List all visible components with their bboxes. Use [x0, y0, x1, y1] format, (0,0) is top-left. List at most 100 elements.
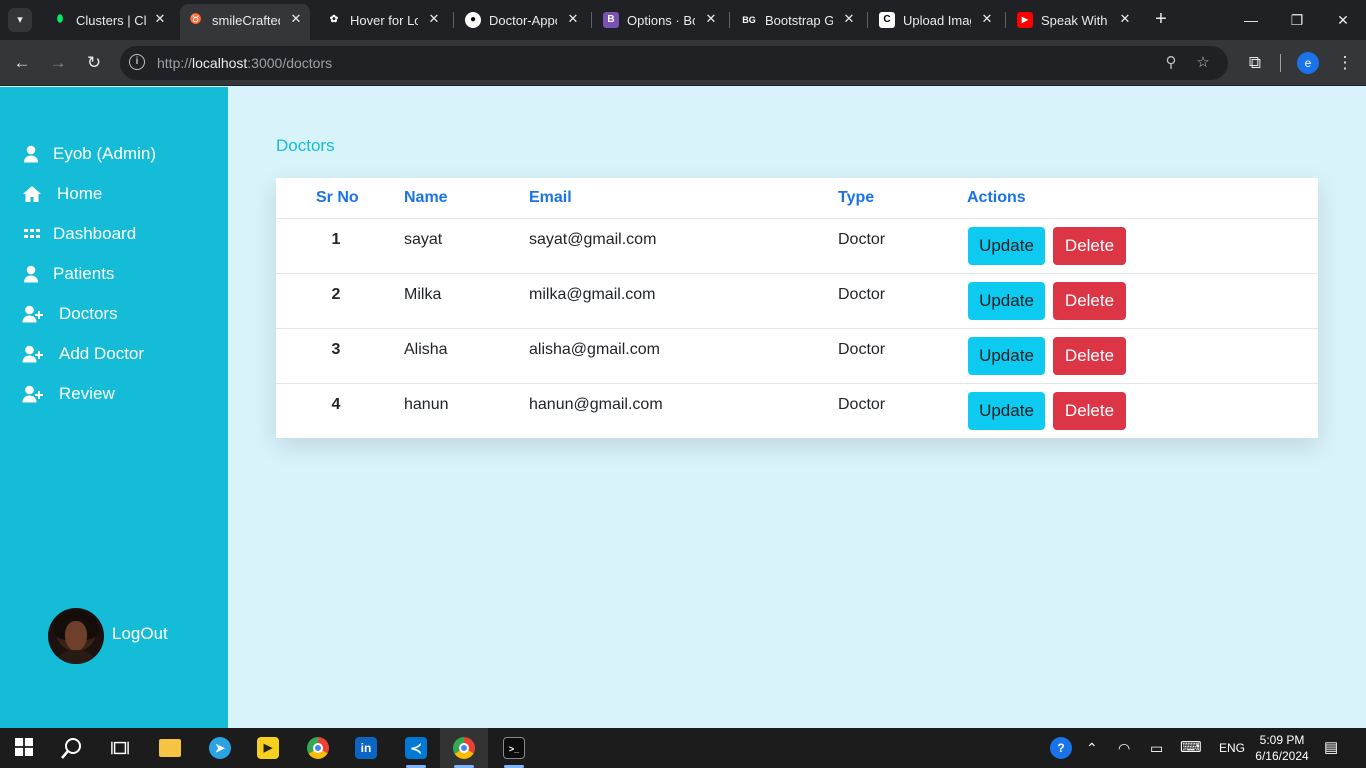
browser-tab[interactable]: BG Bootstrap Ga ✕ — [733, 6, 863, 34]
table-row: 4 hanun hanun@gmail.com Doctor Update De… — [276, 384, 1318, 439]
taskbar-terminal[interactable]: >_ — [490, 728, 538, 768]
delete-button[interactable]: Delete — [1053, 337, 1126, 375]
close-icon[interactable]: ✕ — [979, 11, 995, 27]
kebab-menu-icon[interactable]: ⋮ — [1333, 51, 1357, 75]
battery-icon[interactable]: ▭ — [1150, 728, 1163, 768]
user-icon — [24, 145, 38, 163]
c-logo-icon: C — [879, 12, 895, 28]
delete-button[interactable]: Delete — [1053, 227, 1126, 265]
url-text[interactable]: http://localhost:3000/doctors — [157, 55, 332, 71]
close-window-icon[interactable]: ✕ — [1320, 6, 1366, 34]
sidebar-item-doctors[interactable]: Doctors — [22, 301, 118, 327]
extensions-icon[interactable]: ⧉ — [1243, 51, 1267, 75]
close-icon[interactable]: ✕ — [152, 11, 168, 27]
update-button[interactable]: Update — [968, 227, 1045, 265]
taskbar-linkedin[interactable]: in — [342, 728, 390, 768]
close-icon[interactable]: ✕ — [426, 11, 442, 27]
taskbar: ➤ ▶ in ≺ >_ ? ⌃ ◠ ▭ ⌨ ENG 5:09 PM 6/16/2… — [0, 728, 1366, 768]
restore-icon[interactable]: ❐ — [1274, 6, 1320, 34]
taskbar-file-explorer[interactable] — [146, 728, 194, 768]
taskbar-telegram[interactable]: ➤ — [196, 728, 244, 768]
delete-button[interactable]: Delete — [1053, 282, 1126, 320]
chevron-up-icon[interactable]: ⌃ — [1086, 728, 1098, 768]
notifications-icon[interactable]: ▤ — [1324, 728, 1338, 768]
vscode-icon: ≺ — [405, 737, 427, 759]
toolbar-separator — [1280, 54, 1281, 72]
tab-separator — [453, 12, 454, 28]
sidebar-item-review[interactable]: Review — [22, 381, 115, 407]
close-icon[interactable]: ✕ — [703, 11, 719, 27]
cell-name: Alisha — [404, 341, 448, 358]
minimize-icon[interactable]: — — [1228, 6, 1274, 34]
sidebar-item-home[interactable]: Home — [22, 181, 102, 207]
cell-name: hanun — [404, 396, 449, 413]
sidebar: Eyob (Admin) Home Dashboard Patients Doc… — [0, 87, 228, 728]
browser-tab[interactable]: C Upload Imag ✕ — [871, 6, 1001, 34]
table-header: Sr No Name Email Type Actions — [276, 178, 1318, 219]
media-player-icon: ▶ — [257, 737, 279, 759]
table-row: 1 sayat sayat@gmail.com Doctor Update De… — [276, 219, 1318, 274]
browser-tab[interactable]: ✿ Hover for Lo ✕ — [318, 6, 448, 34]
tab-title: Clusters | Clo — [76, 13, 146, 28]
address-bar[interactable]: i http://localhost:3000/doctors ⚲ ☆ — [120, 46, 1228, 80]
tab-search-button[interactable]: ▾ — [8, 8, 32, 32]
sidebar-item-add-doctor[interactable]: Add Doctor — [22, 341, 144, 367]
search-icon — [61, 738, 81, 759]
close-icon[interactable]: ✕ — [841, 11, 857, 27]
update-button[interactable]: Update — [968, 282, 1045, 320]
sidebar-item-dashboard[interactable]: Dashboard — [22, 221, 136, 247]
search-button[interactable] — [48, 728, 96, 768]
browser-tab[interactable]: ⬮ Clusters | Clo ✕ — [44, 6, 174, 34]
delete-button[interactable]: Delete — [1053, 392, 1126, 430]
task-view-button[interactable] — [96, 728, 144, 768]
browser-tab[interactable]: B Options · Bo ✕ — [595, 6, 725, 34]
new-tab-button[interactable]: + — [1152, 9, 1170, 29]
logout-button[interactable]: LogOut — [112, 624, 168, 644]
site-info-icon[interactable]: i — [129, 54, 145, 70]
bg-logo-icon: BG — [742, 15, 756, 25]
update-button[interactable]: Update — [968, 392, 1045, 430]
taskbar-vscode[interactable]: ≺ — [392, 728, 440, 768]
language-indicator[interactable]: ENG — [1219, 728, 1245, 768]
sidebar-item-admin-profile[interactable]: Eyob (Admin) — [22, 141, 156, 167]
browser-toolbar: ← → ↻ i http://localhost:3000/doctors ⚲ … — [0, 40, 1366, 86]
reload-icon[interactable]: ↻ — [82, 51, 106, 75]
tooth-icon: ♉ — [189, 14, 203, 25]
browser-tab[interactable]: ● Doctor-Appo ✕ — [457, 6, 587, 34]
close-icon[interactable]: ✕ — [565, 11, 581, 27]
wifi-icon[interactable]: ◠ — [1118, 728, 1130, 768]
cell-sr-no: 4 — [331, 396, 341, 413]
browser-tab[interactable]: ▶ Speak With I ✕ — [1009, 6, 1139, 34]
browser-tab-active[interactable]: ♉ smileCrafted ✕ — [180, 4, 310, 40]
close-icon[interactable]: ✕ — [1117, 11, 1133, 27]
user-plus-icon — [22, 345, 43, 363]
tab-title: Bootstrap Ga — [765, 13, 833, 28]
taskbar-chrome-profile[interactable] — [440, 728, 488, 768]
taskbar-player[interactable]: ▶ — [244, 728, 292, 768]
forward-arrow-icon[interactable]: → — [46, 51, 70, 75]
sidebar-item-patients[interactable]: Patients — [22, 261, 114, 287]
cell-sr-no: 1 — [331, 231, 341, 248]
chrome-icon — [453, 737, 475, 759]
back-arrow-icon[interactable]: ← — [10, 51, 34, 75]
column-header-sr-no: Sr No — [316, 189, 359, 206]
sidebar-item-label: Home — [57, 184, 103, 203]
bookmark-star-icon[interactable]: ☆ — [1194, 54, 1212, 72]
system-clock[interactable]: 5:09 PM 6/16/2024 — [1254, 732, 1310, 764]
avatar-face — [65, 621, 87, 651]
terminal-icon: >_ — [503, 737, 525, 759]
cell-email: hanun@gmail.com — [529, 396, 663, 413]
close-icon[interactable]: ✕ — [288, 11, 304, 27]
task-view-icon — [111, 741, 129, 755]
help-icon[interactable]: ? — [1050, 728, 1072, 768]
zoom-icon[interactable]: ⚲ — [1162, 54, 1180, 72]
taskbar-chrome[interactable] — [294, 728, 342, 768]
profile-avatar[interactable]: e — [1297, 52, 1319, 74]
update-button[interactable]: Update — [968, 337, 1045, 375]
tab-title: Hover for Lo — [350, 13, 418, 28]
openai-icon: ✿ — [329, 14, 339, 25]
column-header-name: Name — [404, 189, 448, 206]
keyboard-icon[interactable]: ⌨ — [1180, 728, 1202, 768]
page-title: Doctors — [276, 136, 335, 155]
start-button[interactable] — [0, 728, 48, 768]
